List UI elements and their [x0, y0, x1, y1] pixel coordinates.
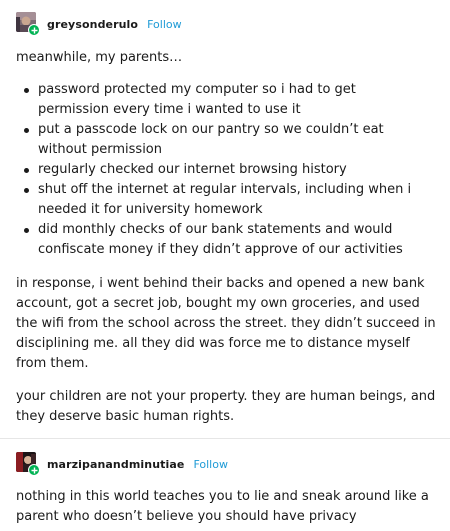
- post-divider: [0, 438, 450, 439]
- post-text-paragraph: in response, i went behind their backs a…: [16, 276, 436, 371]
- plus-icon: [31, 27, 37, 33]
- list-item: did monthly checks of our bank statement…: [22, 220, 422, 260]
- follow-badge[interactable]: [28, 464, 40, 476]
- post-text-intro: meanwhile, my parents…: [16, 50, 183, 65]
- post-header: greysonderulo Follow: [16, 12, 182, 36]
- list-item: put a passcode lock on our pantry so we …: [22, 120, 422, 160]
- username[interactable]: marzipanandminutiae: [47, 458, 184, 471]
- list-item: shut off the internet at regular interva…: [22, 180, 422, 220]
- username[interactable]: greysonderulo: [47, 18, 138, 31]
- avatar[interactable]: [16, 452, 40, 476]
- list-item: regularly checked our internet browsing …: [22, 160, 422, 180]
- list-item: password protected my computer so i had …: [22, 80, 422, 120]
- plus-icon: [31, 467, 37, 473]
- post-bullet-list: password protected my computer so i had …: [22, 80, 422, 260]
- post-header: marzipanandminutiae Follow: [16, 452, 228, 476]
- avatar[interactable]: [16, 12, 40, 36]
- post-text-reply: nothing in this world teaches you to lie…: [16, 489, 429, 524]
- follow-button[interactable]: Follow: [193, 458, 228, 471]
- post-text-paragraph: your children are not your property. the…: [16, 389, 436, 424]
- follow-button[interactable]: Follow: [147, 18, 182, 31]
- follow-badge[interactable]: [28, 24, 40, 36]
